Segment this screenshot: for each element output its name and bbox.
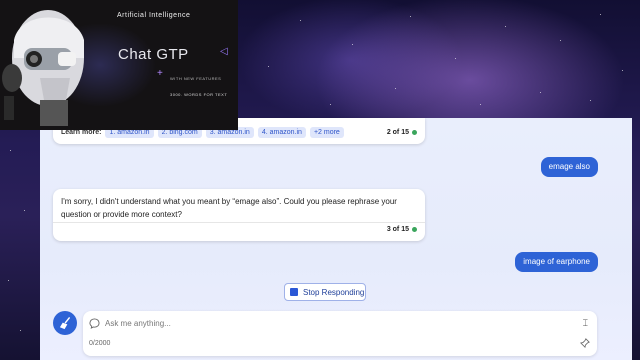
status-dot-icon: [412, 227, 417, 232]
triangle-icon: ◁: [220, 46, 228, 57]
banner-subtitle: Artificial Intelligence: [117, 12, 191, 19]
chat-panel: Learn more: 1. amazon.in 2. bing.com 3. …: [40, 118, 632, 360]
response-counter: 3 of 15: [387, 226, 417, 233]
pin-icon[interactable]: [580, 338, 590, 348]
divider: [53, 222, 425, 223]
response-count-text: 3 of 15: [386, 226, 409, 233]
character-counter: 0/2000: [89, 340, 111, 347]
promo-banner: Artificial Intelligence Chat GTP ◁ + WIT…: [0, 0, 238, 130]
chat-bubble-icon: [89, 318, 100, 329]
response-count-text: 2 of 15: [386, 129, 409, 136]
more-sources-link[interactable]: +2 more: [309, 127, 344, 138]
chat-input-box[interactable]: Ask me anything... ⌶ 0/2000: [83, 311, 597, 356]
user-message: emage also: [540, 157, 598, 177]
status-dot-icon: [412, 130, 417, 135]
source-link-4[interactable]: 4. amazon.in: [257, 127, 306, 138]
broom-icon: [59, 316, 70, 329]
plus-icon: +: [157, 68, 163, 79]
stop-responding-label: Stop Responding: [303, 287, 365, 297]
stop-responding-button[interactable]: Stop Responding: [284, 283, 366, 301]
robot-head-icon: [2, 10, 84, 126]
stop-icon: [290, 288, 298, 296]
new-topic-button[interactable]: [53, 311, 77, 335]
learn-more-label: Learn more:: [61, 129, 102, 136]
banner-words: 3000. WORDS FOR TEXT: [170, 92, 228, 97]
banner-tagline: WITH NEW FEATURES: [170, 76, 222, 81]
response-counter: 2 of 15: [387, 129, 417, 136]
text-cursor-icon: ⌶: [582, 318, 588, 328]
message-input[interactable]: Ask me anything...: [105, 319, 171, 328]
bot-message-text: I'm sorry, I didn't understand what you …: [61, 197, 397, 219]
bot-response-card: I'm sorry, I didn't understand what you …: [53, 189, 425, 241]
user-message: image of earphone: [515, 252, 598, 272]
banner-title: Chat GTP: [118, 46, 189, 63]
